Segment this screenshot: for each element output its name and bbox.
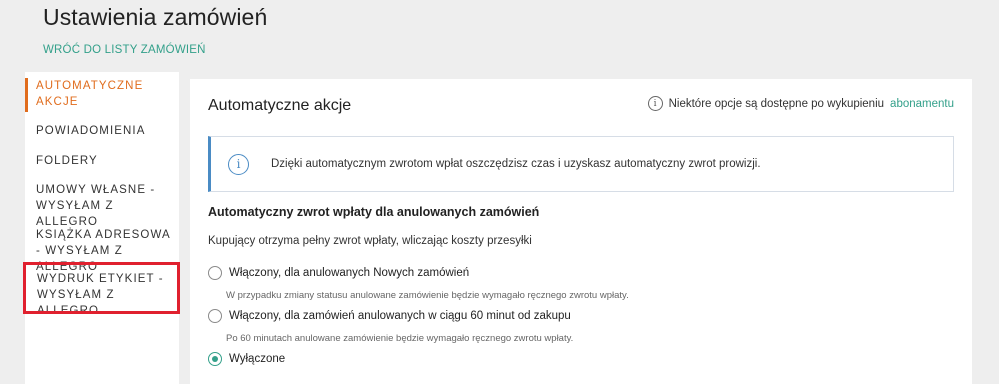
back-to-orders-link[interactable]: WRÓĆ DO LISTY ZAMÓWIEŃ <box>43 44 206 56</box>
sidebar-item-automatic-actions[interactable]: AUTOMATYCZNE AKCJE <box>25 78 179 112</box>
section-description: Kupujący otrzyma pełny zwrot wpłaty, wli… <box>208 235 532 247</box>
info-icon: i <box>647 96 663 111</box>
option-hint: Po 60 minutach anulowane zamówienie będz… <box>226 333 574 344</box>
subscription-link[interactable]: abonamentu <box>890 98 954 110</box>
radio-button-selected[interactable] <box>208 352 222 366</box>
sidebar-item-folders[interactable]: FOLDERY <box>25 153 179 171</box>
main-panel: Automatyczne akcje i Niektóre opcje są d… <box>190 79 972 384</box>
sidebar-item-label-printing[interactable]: WYDRUK ETYKIET - WYSYŁAM Z ALLEGRO <box>23 262 180 317</box>
radio-button[interactable] <box>208 309 222 323</box>
note-text: Niektóre opcje są dostępne po wykupieniu <box>668 97 885 110</box>
sidebar-item-notifications[interactable]: POWIADOMIENIA <box>25 123 179 141</box>
info-icon: i <box>228 153 249 175</box>
section-heading: Automatyczny zwrot wpłaty dla anulowanyc… <box>208 205 540 219</box>
alert-text: Dzięki automatycznym zwrotom wpłat oszcz… <box>271 158 761 170</box>
sidebar-item-address-book[interactable]: KSIĄŻKA ADRESOWA - WYSYŁAM Z ALLEGRO <box>25 227 179 273</box>
info-alert: i Dzięki automatycznym zwrotom wpłat osz… <box>208 136 954 192</box>
option-new-orders[interactable]: Włączony, dla anulowanych Nowych zamówie… <box>208 266 469 280</box>
subscription-note: i Niektóre opcje są dostępne po wykupien… <box>647 96 954 111</box>
option-disabled[interactable]: Wyłączone <box>208 352 285 366</box>
option-label: Wyłączone <box>229 353 286 365</box>
option-60-minutes[interactable]: Włączony, dla zamówień anulowanych w cią… <box>208 309 571 323</box>
page-title: Ustawienia zamówień <box>43 4 268 30</box>
settings-sidebar: AUTOMATYCZNE AKCJE POWIADOMIENIA FOLDERY… <box>23 72 180 384</box>
panel-title: Automatyczne akcje <box>208 97 352 114</box>
sidebar-item-own-contracts[interactable]: UMOWY WŁASNE - WYSYŁAM Z ALLEGRO <box>25 182 179 228</box>
radio-button[interactable] <box>208 266 222 280</box>
option-label: Włączony, dla anulowanych Nowych zamówie… <box>229 267 470 279</box>
option-hint: W przypadku zmiany statusu anulowane zam… <box>226 290 629 301</box>
option-label: Włączony, dla zamówień anulowanych w cią… <box>229 310 571 322</box>
